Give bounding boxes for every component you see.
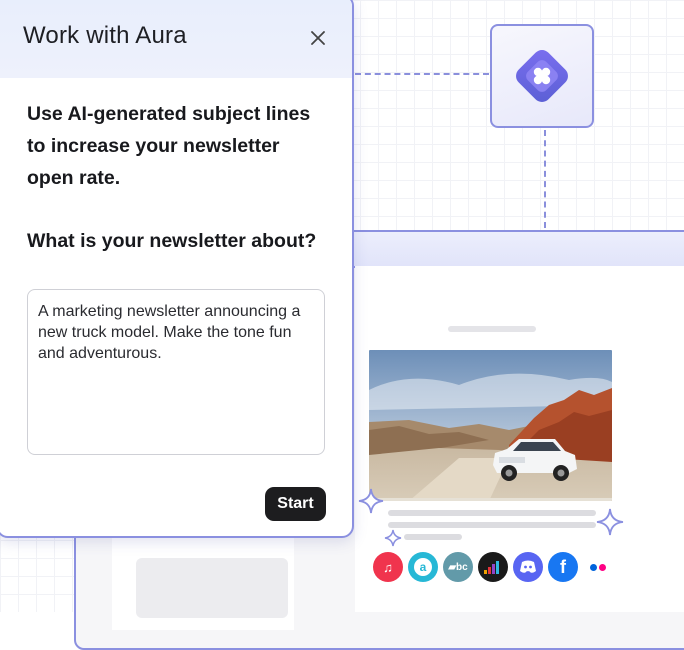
sparkle-icon xyxy=(384,529,402,547)
facebook-icon[interactable]: f xyxy=(548,552,578,582)
background-card-placeholder xyxy=(136,558,288,618)
dialog-title: Work with Aura xyxy=(23,22,187,49)
close-icon xyxy=(311,31,325,45)
discord-icon[interactable] xyxy=(513,552,543,582)
hero-image xyxy=(369,350,612,501)
aura-logo-box xyxy=(490,24,594,128)
preview-text-line xyxy=(388,522,596,528)
preview-text-line xyxy=(388,510,596,516)
music-icon[interactable]: ♫ xyxy=(373,552,403,582)
preview-grabber xyxy=(448,326,536,332)
deezer-icon[interactable] xyxy=(478,552,508,582)
close-button[interactable] xyxy=(306,26,330,50)
newsletter-topic-input[interactable]: A marketing newsletter announcing a new … xyxy=(27,289,325,455)
start-button[interactable]: Start xyxy=(265,487,326,521)
audible-icon[interactable]: a xyxy=(408,552,438,582)
dialog-header: Work with Aura xyxy=(0,0,352,78)
preview-text-line xyxy=(404,534,462,540)
aura-dialog: Work with Aura Use AI-generated subject … xyxy=(0,0,354,538)
connector-line-horizontal xyxy=(355,73,489,75)
connector-line-vertical xyxy=(544,130,546,228)
aura-logo-icon xyxy=(516,50,568,102)
social-icons-row: ♫ a ▰bc f xyxy=(373,552,613,582)
dialog-question: What is your newsletter about? xyxy=(27,230,317,252)
dialog-intro-text: Use AI-generated subject lines to increa… xyxy=(27,103,311,189)
sparkle-icon xyxy=(596,508,624,536)
flickr-icon[interactable] xyxy=(583,552,613,582)
bandcamp-icon[interactable]: ▰bc xyxy=(443,552,473,582)
sparkle-icon xyxy=(358,488,384,514)
